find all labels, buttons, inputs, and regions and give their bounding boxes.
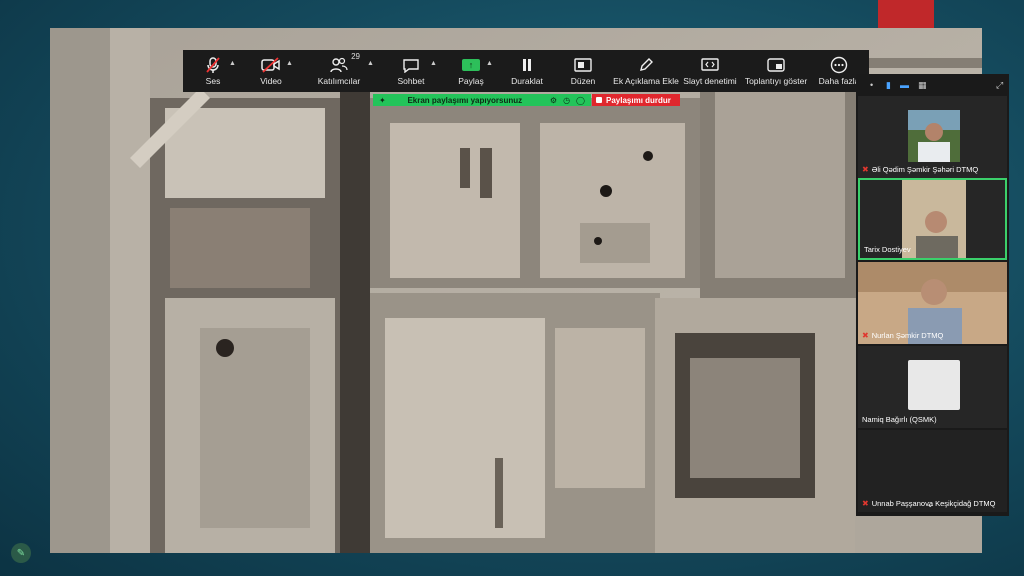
participants-icon: 29	[330, 52, 360, 76]
chat-label: Sohbet	[397, 76, 425, 86]
excavation-site-image	[50, 28, 982, 553]
chat-icon	[402, 54, 420, 76]
participants-video-panel: • ▮ ▬ ▦ ⤢ ✖ Əli Qədim Şəmkir Şəhəri DTMQ…	[856, 74, 1009, 516]
panel-header: • ▮ ▬ ▦ ⤢	[856, 74, 1009, 96]
audio-chevron-icon[interactable]: ▲	[229, 60, 236, 67]
mic-status-icon[interactable]: ⚙	[550, 96, 557, 105]
pen-tool-icon[interactable]: ✎	[11, 543, 31, 563]
participant-avatar	[908, 360, 960, 410]
share-chevron-icon[interactable]: ▲	[486, 60, 493, 67]
participants-button[interactable]: 29 Katılımcılar	[315, 52, 363, 90]
mic-muted-icon: ✖	[862, 499, 869, 508]
shield-icon[interactable]: ◯	[576, 96, 585, 105]
participant-tile[interactable]: Namiq Bağırlı (QSMK)	[858, 346, 1007, 428]
video-chevron-icon[interactable]: ▲	[286, 60, 293, 67]
participant-tile[interactable]: ✖ Nurlan Şəmkir DTMQ	[858, 262, 1007, 344]
audio-label: Ses	[205, 76, 221, 86]
video-button[interactable]: Video	[251, 54, 291, 90]
layout-label: Düzen	[570, 76, 596, 86]
video-label: Video	[260, 76, 282, 86]
expand-icon[interactable]: ⤢	[996, 80, 1003, 91]
audio-button[interactable]: Ses	[193, 54, 233, 90]
show-meeting-button[interactable]: Toplantıyı göster	[743, 54, 809, 90]
stop-square-icon	[596, 97, 602, 103]
participant-name: ✖ Nurlan Şəmkir DTMQ	[862, 331, 944, 340]
participants-count: 29	[351, 52, 360, 61]
slide-control-label: Slayt denetimi	[683, 76, 737, 86]
thumbnail-view-icon[interactable]: ▬	[900, 80, 909, 90]
share-screen-icon: ↑	[462, 54, 480, 76]
pause-button[interactable]: Duraklat	[507, 54, 547, 90]
participants-label: Katılımcılar	[317, 76, 361, 86]
participant-video	[902, 180, 966, 258]
annotate-icon	[574, 54, 592, 76]
more-label: Daha fazla	[818, 76, 860, 86]
show-meeting-icon	[767, 54, 785, 76]
share-label: Paylaş	[458, 76, 484, 86]
mic-muted-icon: ✖	[862, 331, 869, 340]
drag-handle-icon[interactable]: ✦	[379, 96, 386, 105]
clock-icon[interactable]: ◷	[563, 96, 570, 105]
chat-button[interactable]: Sohbet	[391, 54, 431, 90]
shared-screen-aerial-photo	[50, 28, 982, 553]
participant-tile[interactable]: ✖ Əli Qədim Şəmkir Şəhəri DTMQ	[858, 96, 1007, 178]
annotate-label: Ek Açıklama Ekle	[613, 76, 679, 86]
participants-chevron-icon[interactable]: ▲	[367, 60, 374, 67]
layout-button[interactable]: Düzen	[563, 54, 603, 90]
stop-share-label: Paylaşımı durdur	[606, 95, 671, 105]
screen-share-status-bar: ✦ Ekran paylaşımı yapıyorsunuz ⚙ ◷ ◯	[373, 94, 591, 106]
participant-tile-active-speaker[interactable]: Tarix Dostiyev	[858, 178, 1007, 260]
pencil-icon	[638, 54, 654, 76]
annotate-button[interactable]: Ek Açıklama Ekle	[613, 54, 679, 90]
pause-icon	[520, 54, 534, 76]
show-meeting-label: Toplantıyı göster	[744, 76, 808, 86]
speaker-view-icon[interactable]: ▮	[886, 80, 891, 91]
stop-share-button[interactable]: Paylaşımı durdur	[592, 94, 680, 106]
share-button[interactable]: ↑ Paylaş	[451, 54, 491, 90]
scroll-down-chevron-icon[interactable]: ⌄	[926, 499, 934, 510]
slide-control-button[interactable]: Slayt denetimi	[683, 54, 737, 90]
gallery-view-icon[interactable]: ▦	[918, 80, 927, 91]
mic-muted-icon: ✖	[862, 165, 869, 174]
more-button[interactable]: Daha fazla	[817, 54, 861, 90]
mic-muted-icon	[204, 54, 222, 76]
slide-corner-accent	[878, 0, 934, 28]
pause-label: Duraklat	[511, 76, 543, 86]
screen-share-status-text: Ekran paylaşımı yapıyorsunuz	[407, 95, 523, 105]
chat-chevron-icon[interactable]: ▲	[430, 60, 437, 67]
video-off-icon	[261, 54, 281, 76]
participant-video	[908, 110, 960, 162]
participant-name: ✖ Əli Qədim Şəmkir Şəhəri DTMQ	[862, 165, 979, 174]
more-icon	[830, 54, 848, 76]
participant-name: Tarix Dostiyev	[864, 245, 911, 254]
slide-control-icon	[701, 54, 719, 76]
panel-dots-icon[interactable]: •	[870, 80, 873, 90]
meeting-toolbar: Ses ▲ Video ▲ 29 Katılımcılar ▲ Sohbet ▲…	[183, 50, 869, 92]
participant-name: Namiq Bağırlı (QSMK)	[862, 415, 937, 424]
